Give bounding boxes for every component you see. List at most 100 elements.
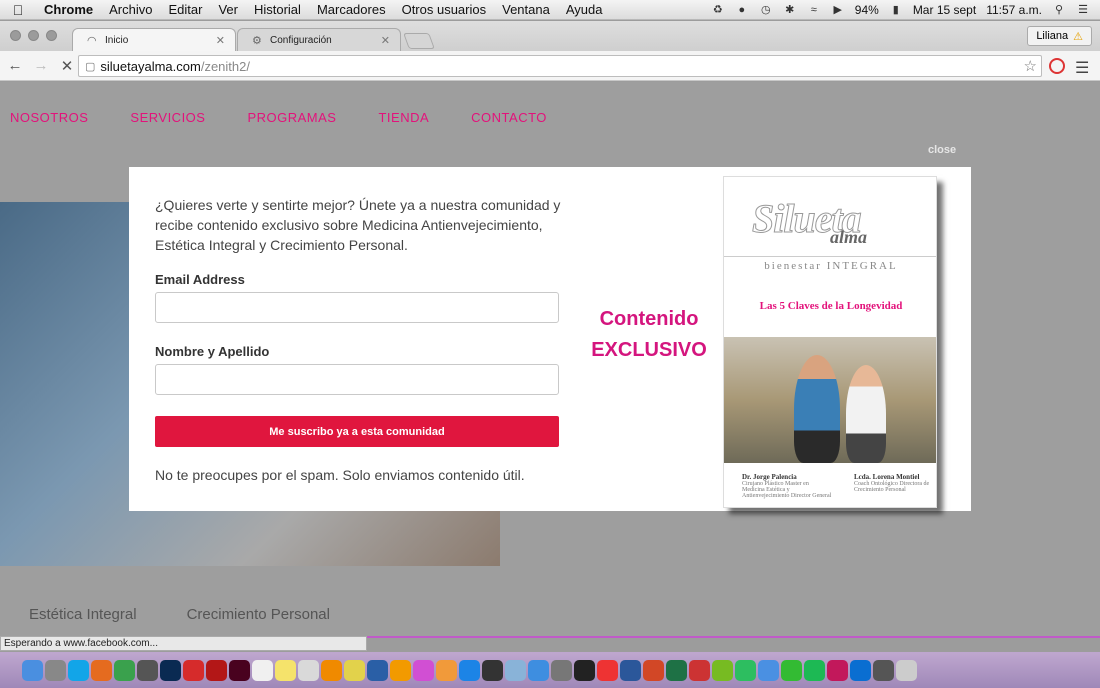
author-1-name: Dr. Jorge Palencia xyxy=(742,473,797,481)
new-tab-button[interactable] xyxy=(403,33,435,49)
tab-label: Inicio xyxy=(105,35,129,46)
photos-icon[interactable] xyxy=(344,659,365,681)
sync-icon[interactable]: ♻ xyxy=(711,4,725,16)
skype-icon[interactable] xyxy=(68,659,89,681)
phone-icon[interactable] xyxy=(873,659,894,681)
firefox-icon[interactable] xyxy=(91,659,112,681)
video-icon[interactable] xyxy=(482,659,503,681)
menu-otros-usuarios[interactable]: Otros usuarios xyxy=(394,2,495,17)
notification-center-icon[interactable]: ☰ xyxy=(1076,4,1090,16)
photoshop-icon[interactable] xyxy=(160,659,181,681)
screen-icon[interactable] xyxy=(827,659,848,681)
minimize-window-icon[interactable] xyxy=(28,30,39,41)
menu-editar[interactable]: Editar xyxy=(160,2,210,17)
nav-nosotros[interactable]: NOSOTROS xyxy=(10,110,88,125)
email-label: Email Address xyxy=(155,272,245,287)
loading-spinner-icon: ◠ xyxy=(87,35,97,47)
menu-ver[interactable]: Ver xyxy=(210,2,246,17)
email-field[interactable] xyxy=(155,292,559,323)
menu-archivo[interactable]: Archivo xyxy=(101,2,160,17)
time-machine-icon[interactable]: ◷ xyxy=(759,4,773,16)
menubar-time[interactable]: 11:57 a.m. xyxy=(986,3,1042,17)
app-icon[interactable] xyxy=(712,659,733,681)
excel-icon[interactable] xyxy=(666,659,687,681)
skype-status-icon[interactable]: ● xyxy=(735,4,749,16)
appstore-icon[interactable] xyxy=(459,659,480,681)
book-tagline: bienestar INTEGRAL xyxy=(724,256,936,272)
zoom-window-icon[interactable] xyxy=(46,30,57,41)
tab-configuracion[interactable]: ⚙ Configuración ✕ xyxy=(237,28,401,52)
modal-intro-text: ¿Quieres verte y sentirte mejor? Únete y… xyxy=(155,197,561,253)
indesign-icon[interactable] xyxy=(229,659,250,681)
gear-icon: ⚙ xyxy=(252,35,262,47)
extension-icon[interactable] xyxy=(1049,58,1065,74)
nav-programas[interactable]: PROGRAMAS xyxy=(247,110,336,125)
nav-servicios[interactable]: SERVICIOS xyxy=(130,110,205,125)
acrobat-icon[interactable] xyxy=(183,659,204,681)
globe-icon[interactable] xyxy=(758,659,779,681)
wifi-icon[interactable]: ≈ xyxy=(807,4,821,16)
powerpoint-icon[interactable] xyxy=(643,659,664,681)
nav-contacto[interactable]: CONTACTO xyxy=(471,110,547,125)
evernote-icon[interactable] xyxy=(735,659,756,681)
bluetooth-icon[interactable]: ✱ xyxy=(783,4,797,16)
chrome-menu-icon[interactable]: ☰ xyxy=(1075,58,1089,78)
preview-icon[interactable] xyxy=(505,659,526,681)
chrome-icon[interactable] xyxy=(114,659,135,681)
profile-button[interactable]: Liliana ⚠ xyxy=(1027,26,1092,46)
book-author-1: Dr. Jorge Palencia Cirujano Plástico Mas… xyxy=(742,473,832,499)
quicktime-icon[interactable] xyxy=(367,659,388,681)
acrobat-reader-icon[interactable] xyxy=(206,659,227,681)
menu-ventana[interactable]: Ventana xyxy=(494,2,558,17)
finder-icon[interactable] xyxy=(22,659,43,681)
popcorn-icon[interactable] xyxy=(597,659,618,681)
spotify-icon[interactable] xyxy=(804,659,825,681)
menu-historial[interactable]: Historial xyxy=(246,2,309,17)
calendar-icon[interactable] xyxy=(252,659,273,681)
tab-close-icon[interactable]: ✕ xyxy=(381,34,390,47)
bookmark-star-icon[interactable]: ☆ xyxy=(1024,57,1037,75)
apple-menu-icon[interactable]:  xyxy=(0,2,36,18)
stop-loading-icon[interactable]: ✕ xyxy=(56,57,78,75)
section-crecimiento-personal[interactable]: Crecimiento Personal xyxy=(187,606,330,623)
trash-icon[interactable] xyxy=(896,659,917,681)
vlc-icon[interactable] xyxy=(321,659,342,681)
scanner-icon[interactable] xyxy=(137,659,158,681)
name-field[interactable] xyxy=(155,364,559,395)
volume-icon[interactable]: ▶ xyxy=(831,4,845,16)
forward-arrow-icon[interactable]: → xyxy=(30,57,52,74)
menu-ayuda[interactable]: Ayuda xyxy=(558,2,611,17)
page-icon[interactable]: ▢ xyxy=(85,60,95,73)
subscribe-modal: ¿Quieres verte y sentirte mejor? Únete y… xyxy=(129,167,971,511)
menu-chrome[interactable]: Chrome xyxy=(36,2,101,17)
menu-marcadores[interactable]: Marcadores xyxy=(309,2,394,17)
modal-close-link[interactable]: close xyxy=(928,144,956,156)
paint-icon[interactable] xyxy=(689,659,710,681)
radioactive-icon[interactable] xyxy=(574,659,595,681)
subscribe-button[interactable]: Me suscribo ya a esta comunidad xyxy=(155,416,559,447)
battery-percent[interactable]: 94% xyxy=(855,3,879,17)
word-icon[interactable] xyxy=(620,659,641,681)
notes-icon[interactable] xyxy=(275,659,296,681)
nav-tienda[interactable]: TIENDA xyxy=(378,110,429,125)
ibooks-icon[interactable] xyxy=(436,659,457,681)
tab-close-icon[interactable]: ✕ xyxy=(216,34,225,47)
close-window-icon[interactable] xyxy=(10,30,21,41)
teamviewer-icon[interactable] xyxy=(850,659,871,681)
tab-inicio[interactable]: ◠ Inicio ✕ xyxy=(72,28,236,52)
battery-icon[interactable]: ▮ xyxy=(889,4,903,16)
menubar-date[interactable]: Mar 15 sept xyxy=(913,3,976,17)
messages-icon[interactable] xyxy=(781,659,802,681)
spotlight-search-icon[interactable]: ⚲ xyxy=(1052,4,1066,16)
launchpad-icon[interactable] xyxy=(45,659,66,681)
section-estetica-integral[interactable]: Estética Integral xyxy=(29,606,137,623)
files-icon[interactable] xyxy=(298,659,319,681)
itunes-icon[interactable] xyxy=(413,659,434,681)
browser-toolbar: ← → ✕ ▢ siluetayalma.com /zenith2/ ☆ ☰ xyxy=(0,51,1100,81)
settings-icon[interactable] xyxy=(551,659,572,681)
back-arrow-icon[interactable]: ← xyxy=(4,57,26,74)
amazon-icon[interactable] xyxy=(390,659,411,681)
downloads-icon[interactable] xyxy=(528,659,549,681)
spam-note: No te preocupes por el spam. Solo enviam… xyxy=(155,467,525,483)
address-bar[interactable]: ▢ siluetayalma.com /zenith2/ ☆ xyxy=(78,55,1042,77)
